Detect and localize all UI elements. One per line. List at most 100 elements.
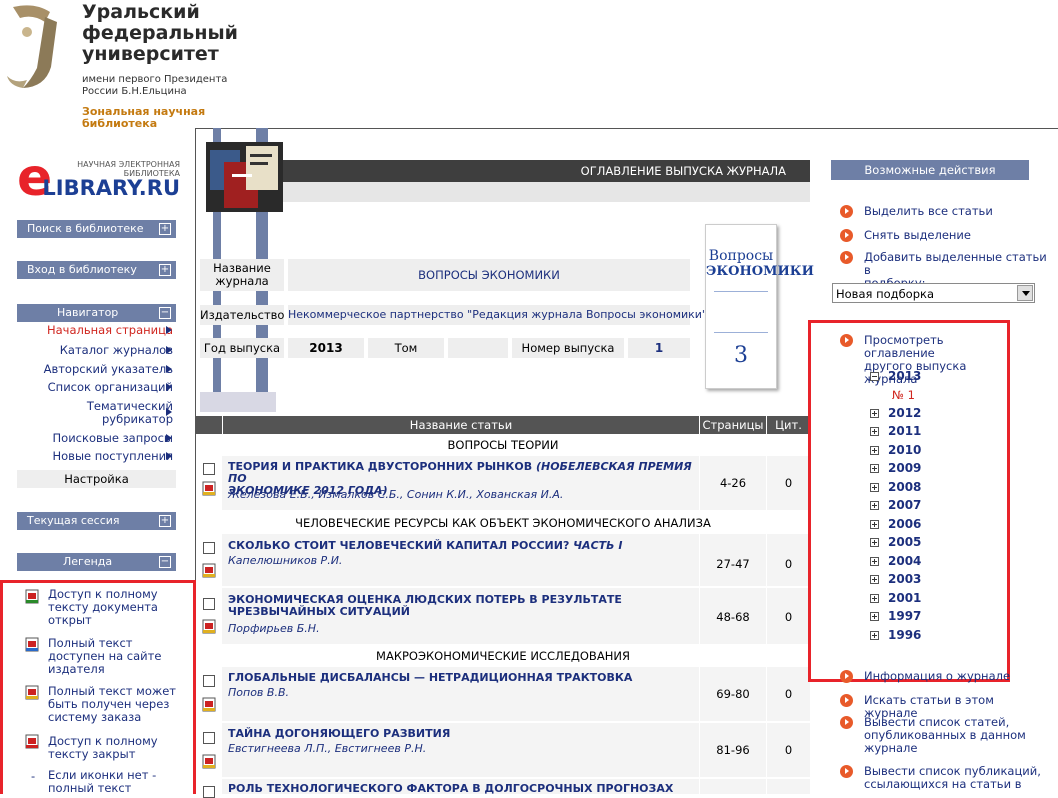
pdf-open-icon[interactable] (202, 754, 216, 769)
article-title-link[interactable]: ЭКОНОМИЧЕСКАЯ ОЦЕНКА ЛЮДСКИХ ПОТЕРЬ В РЕ… (228, 594, 698, 618)
journal-name-link[interactable]: ВОПРОСЫ ЭКОНОМИКИ (288, 259, 690, 291)
year-link[interactable]: 2009 (888, 461, 921, 475)
pdf-closed-icon (25, 734, 39, 749)
navigator-toggle[interactable]: Навигатор − (17, 304, 176, 322)
list-citing-link[interactable]: Вывести список публикаций, ссылающихся на… (864, 765, 1049, 791)
pdf-open-icon[interactable] (202, 697, 216, 712)
article-checkbox[interactable] (203, 463, 215, 475)
year-link[interactable]: 2011 (888, 424, 921, 438)
deselect-link[interactable]: Снять выделение (864, 229, 1049, 242)
tree-expand-icon[interactable] (870, 446, 879, 455)
journal-info-link[interactable]: Информация о журнале (864, 670, 1049, 683)
cover-contents-lines (714, 291, 768, 333)
year-link[interactable]: 2003 (888, 572, 921, 586)
chevron-right-icon (166, 452, 172, 460)
pdf-open-icon[interactable] (202, 563, 216, 578)
volume-label: Том (368, 338, 444, 358)
tree-expand-icon[interactable] (870, 483, 879, 492)
column-title-header: Название статьи (223, 416, 699, 434)
legend-toggle[interactable]: Легенда − (17, 553, 176, 571)
article-title-link[interactable]: РОЛЬ ТЕХНОЛОГИЧЕСКОГО ФАКТОРА В ДОЛГОСРО… (228, 783, 698, 795)
nav-search-queries[interactable]: Поисковые запросы (53, 431, 173, 445)
year-link[interactable]: 2010 (888, 443, 921, 457)
article-authors: Попов В.В. (228, 686, 289, 699)
collection-select[interactable]: Новая подборка (832, 283, 1035, 303)
pdf-open-icon (25, 589, 39, 604)
select-all-link[interactable]: Выделить все статьи (864, 205, 1049, 218)
year-link[interactable]: 2004 (888, 554, 921, 568)
nav-home[interactable]: Начальная страница (47, 323, 173, 337)
nav-author-index[interactable]: Авторский указатель (44, 362, 173, 376)
tree-expand-icon[interactable] (870, 557, 879, 566)
year-link[interactable]: 2006 (888, 517, 921, 531)
chevron-right-icon (166, 383, 172, 391)
login-library-toggle[interactable]: Вход в библиотеку + (17, 261, 176, 279)
year-link[interactable]: 2008 (888, 480, 921, 494)
current-session-toggle[interactable]: Текущая сессия + (17, 512, 176, 530)
tree-expand-icon[interactable] (870, 538, 879, 547)
expand-plus-icon: + (159, 264, 171, 276)
tree-expand-icon[interactable] (870, 409, 879, 418)
nav-journal-catalog[interactable]: Каталог журналов (60, 343, 173, 357)
article-citations: 0 (767, 456, 810, 510)
decor-block (200, 392, 276, 412)
elibrary-logo[interactable]: e НАУЧНАЯ ЭЛЕКТРОННАЯ БИБЛИОТЕКА LIBRARY… (15, 152, 180, 204)
tree-expand-icon[interactable] (870, 427, 879, 436)
tree-expand-icon[interactable] (870, 501, 879, 510)
list-published-link[interactable]: Вывести список статей, опубликованных в д… (864, 716, 1034, 755)
nav-organizations[interactable]: Список организаций (48, 380, 173, 394)
year-link-2013[interactable]: 2013 (888, 369, 921, 383)
article-checkbox[interactable] (203, 598, 215, 610)
pdf-order-icon (25, 685, 39, 700)
bullet-arrow-icon (840, 694, 853, 707)
settings-link[interactable]: Настройка (17, 470, 176, 488)
tree-collapse-icon[interactable] (870, 372, 879, 381)
article-title-link[interactable]: СКОЛЬКО СТОИТ ЧЕЛОВЕЧЕСКИЙ КАПИТАЛ РОССИ… (228, 540, 698, 552)
year-label: Год выпуска (200, 338, 284, 358)
article-citations: 0 (767, 588, 810, 644)
view-other-issue-link[interactable]: Просмотреть оглавление другого выпуска жу… (864, 334, 1004, 386)
article-pages: 27-47 (700, 534, 766, 586)
year-link[interactable]: 2007 (888, 498, 921, 512)
journal-cover[interactable]: Вопросы ЭКОНОМИКИ 3 (705, 224, 814, 389)
pdf-publisher-icon (25, 637, 39, 652)
bullet-arrow-icon (840, 205, 853, 218)
search-library-label: Поиск в библиотеке (27, 222, 144, 235)
university-name: Уральский федеральный университет (82, 1, 238, 65)
year-link[interactable]: 2012 (888, 406, 921, 420)
tree-expand-icon[interactable] (870, 631, 879, 640)
tree-expand-icon[interactable] (870, 575, 879, 584)
article-checkbox[interactable] (203, 786, 215, 798)
nav-new-arrivals[interactable]: Новые поступления (52, 449, 173, 463)
article-authors: Евстигнеева Л.П., Евстигнеев Р.Н. (228, 742, 427, 755)
article-checkbox[interactable] (203, 732, 215, 744)
section-heading: ЧЕЛОВЕЧЕСКИЕ РЕСУРСЫ КАК ОБЪЕКТ ЭКОНОМИЧ… (196, 514, 810, 532)
year-link[interactable]: 1996 (888, 628, 921, 642)
navigator-label: Навигатор (57, 306, 119, 319)
collapse-minus-icon: − (159, 307, 171, 319)
article-checkbox[interactable] (203, 675, 215, 687)
chevron-right-icon (166, 434, 172, 442)
chevron-down-icon (1017, 285, 1033, 301)
tree-expand-icon[interactable] (870, 612, 879, 621)
tree-expand-icon[interactable] (870, 594, 879, 603)
nav-thematic-2[interactable]: рубрикатор (102, 412, 173, 426)
article-title-link[interactable]: ГЛОБАЛЬНЫЕ ДИСБАЛАНСЫ — НЕТРАДИЦИОННАЯ Т… (228, 672, 698, 684)
publisher-label: Издательство (200, 305, 284, 325)
collapse-minus-icon: − (159, 556, 171, 568)
article-checkbox[interactable] (203, 542, 215, 554)
journals-photo (206, 142, 283, 212)
year-link[interactable]: 2005 (888, 535, 921, 549)
year-link[interactable]: 1997 (888, 609, 921, 623)
cover-number: 3 (734, 343, 748, 368)
search-library-toggle[interactable]: Поиск в библиотеке + (17, 220, 176, 238)
issue-link-1[interactable]: № 1 (892, 388, 915, 402)
publisher-link[interactable]: Некоммерческое партнерство "Редакция жур… (288, 305, 707, 325)
article-title-link[interactable]: ТАЙНА ДОГОНЯЮЩЕГО РАЗВИТИЯ (228, 728, 698, 740)
tree-expand-icon[interactable] (870, 464, 879, 473)
pdf-open-icon[interactable] (202, 481, 216, 496)
nav-thematic-1[interactable]: Тематический (87, 399, 173, 413)
tree-expand-icon[interactable] (870, 520, 879, 529)
year-link[interactable]: 2001 (888, 591, 921, 605)
pdf-open-icon[interactable] (202, 619, 216, 634)
